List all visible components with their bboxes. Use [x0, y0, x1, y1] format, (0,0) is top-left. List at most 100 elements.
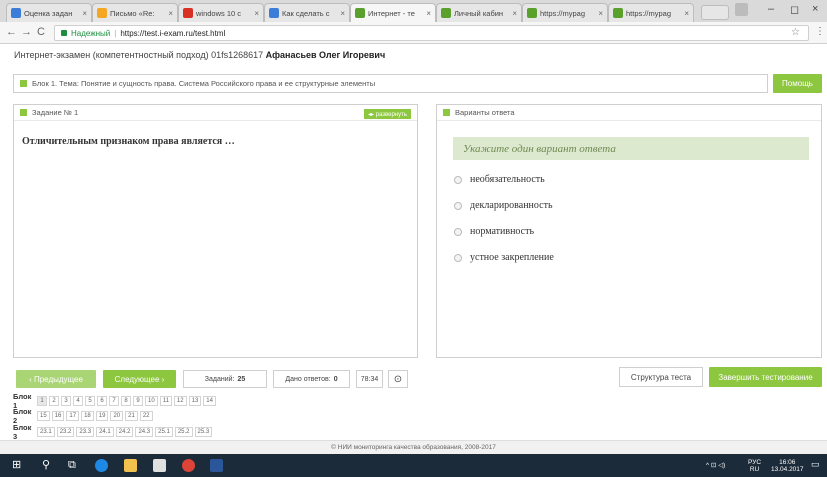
tab-close-icon[interactable]: × [254, 9, 259, 18]
clock[interactable]: 16:06 13.04.2017 [771, 459, 804, 473]
question-cell[interactable]: 25.1 [155, 427, 173, 437]
tasks-count-label: Заданий: [204, 375, 235, 383]
edge-browser-icon[interactable] [95, 459, 108, 472]
browser-tab-6[interactable]: Личный кабин × [436, 3, 522, 22]
tasks-count-value: 25 [237, 375, 246, 383]
question-cell[interactable]: 24.1 [96, 427, 114, 437]
question-cell[interactable]: 6 [97, 396, 107, 406]
previous-button[interactable]: ‹ Предыдущее [16, 370, 96, 388]
question-cell[interactable]: 17 [66, 411, 80, 421]
task-marker-icon [20, 109, 27, 116]
answer-option-2[interactable]: декларированность [454, 200, 553, 211]
browser-tab-8[interactable]: https://mypag × [608, 3, 694, 22]
tray-icons[interactable]: ^ ⊡ ◁) [706, 462, 725, 469]
expand-button[interactable]: ◂▸ развернуть [363, 109, 411, 119]
question-cell[interactable]: 23.2 [56, 427, 75, 437]
question-cell[interactable]: 23.3 [76, 427, 95, 437]
question-cell[interactable]: 12 [173, 396, 187, 406]
answer-option-label: декларированность [470, 200, 553, 211]
question-cell[interactable]: 8 [121, 396, 131, 406]
answers-panel: Варианты ответа Укажите один вариант отв… [436, 104, 822, 358]
address-bar[interactable]: Надежный | https://test.i-exam.ru/test.h… [54, 25, 809, 41]
question-cell[interactable]: 7 [109, 396, 119, 406]
profile-icon[interactable] [735, 3, 748, 16]
question-cell[interactable]: 22 [139, 411, 153, 421]
tasks-count: Заданий: 25 [183, 370, 267, 388]
answer-option-3[interactable]: нормативность [454, 226, 534, 237]
browser-tab-4[interactable]: Как сделать с × [264, 3, 350, 22]
question-cell[interactable]: 16 [51, 411, 65, 421]
radio-icon[interactable] [454, 175, 462, 184]
radio-icon[interactable] [454, 227, 462, 236]
question-cell[interactable]: 25.3 [194, 427, 213, 437]
bookmark-star-icon[interactable]: ☆ [791, 27, 800, 38]
question-cell[interactable]: 1 [37, 396, 47, 406]
page-footer: © НИИ мониторинга качества образования, … [0, 440, 827, 454]
back-icon[interactable]: ← [6, 26, 17, 38]
question-cell[interactable]: 20 [110, 411, 124, 421]
answered-count-label: Дано ответов: [285, 375, 331, 383]
question-cell[interactable]: 21 [125, 411, 138, 421]
help-button[interactable]: Помощь [773, 74, 822, 93]
browser-tab-7[interactable]: https://mypag × [522, 3, 608, 22]
minimize-icon[interactable]: – [768, 3, 774, 15]
reload-icon[interactable]: C [37, 26, 45, 38]
new-tab-button[interactable] [701, 5, 729, 20]
word-icon[interactable] [210, 459, 223, 472]
question-cell[interactable]: 24.2 [115, 427, 134, 437]
answered-count: Дано ответов: 0 [273, 370, 350, 388]
question-cell[interactable]: 10 [145, 396, 158, 406]
tab-favicon-icon [269, 8, 279, 18]
test-structure-button[interactable]: Структура теста [619, 367, 703, 387]
answer-option-4[interactable]: устное закрепление [454, 252, 554, 263]
question-cell[interactable]: 2 [49, 396, 59, 406]
question-cell[interactable]: 9 [133, 396, 143, 406]
file-explorer-icon[interactable] [124, 459, 137, 472]
question-cell[interactable]: 18 [81, 411, 94, 421]
topic-bar: Блок 1. Тема: Понятие и сущность права. … [13, 74, 768, 93]
tab-close-icon[interactable]: × [82, 9, 87, 18]
maximize-icon[interactable]: ◻ [790, 3, 799, 16]
tab-close-icon[interactable]: × [598, 9, 603, 18]
close-window-icon[interactable]: × [812, 3, 818, 15]
notifications-icon[interactable]: ▭ [811, 460, 820, 469]
windows-start-icon[interactable]: ⊞ [12, 458, 21, 473]
timer: 78:34 [356, 370, 383, 388]
tab-close-icon[interactable]: × [426, 9, 431, 18]
browser-tab-1[interactable]: Оценка задан × [6, 3, 92, 22]
answer-option-1[interactable]: необязательность [454, 174, 545, 185]
topic-text: Блок 1. Тема: Понятие и сущность права. … [32, 79, 376, 88]
language-indicator[interactable]: РУС RU [748, 459, 761, 473]
question-cell[interactable]: 23.1 [37, 427, 55, 437]
forward-icon[interactable]: → [21, 26, 32, 38]
tab-close-icon[interactable]: × [168, 9, 173, 18]
question-cell[interactable]: 24.3 [135, 427, 154, 437]
question-cell[interactable]: 25.2 [174, 427, 193, 437]
tab-close-icon[interactable]: × [684, 9, 689, 18]
question-cell[interactable]: 4 [73, 396, 83, 406]
question-cell[interactable]: 15 [37, 411, 50, 421]
store-icon[interactable] [153, 459, 166, 472]
task-view-icon[interactable]: ⧉ [68, 458, 76, 473]
question-cell[interactable]: 14 [203, 396, 216, 406]
tab-close-icon[interactable]: × [340, 9, 345, 18]
question-cell[interactable]: 11 [159, 396, 172, 406]
next-button[interactable]: Следующее › [103, 370, 176, 388]
browser-tab-5-active[interactable]: Интернет - те × [350, 3, 436, 22]
search-icon[interactable]: ⚲ [42, 458, 50, 473]
browser-tab-3[interactable]: windows 10 c × [178, 3, 264, 22]
question-cell[interactable]: 13 [188, 396, 202, 406]
question-cell[interactable]: 3 [61, 396, 71, 406]
browser-menu-icon[interactable]: ⋮ [815, 26, 825, 37]
question-cell[interactable]: 19 [95, 411, 109, 421]
chrome-icon[interactable] [182, 459, 195, 472]
answers-panel-header: Варианты ответа [437, 105, 821, 121]
radio-icon[interactable] [454, 253, 462, 262]
radio-icon[interactable] [454, 201, 462, 210]
url-text: https://test.i-exam.ru/test.html [120, 28, 226, 38]
settings-icon[interactable]: ⊙ [388, 370, 408, 388]
browser-tab-2[interactable]: Письмо «Re: × [92, 3, 178, 22]
finish-test-button[interactable]: Завершить тестирование [709, 367, 822, 387]
tab-close-icon[interactable]: × [512, 9, 517, 18]
question-cell[interactable]: 5 [85, 396, 95, 406]
